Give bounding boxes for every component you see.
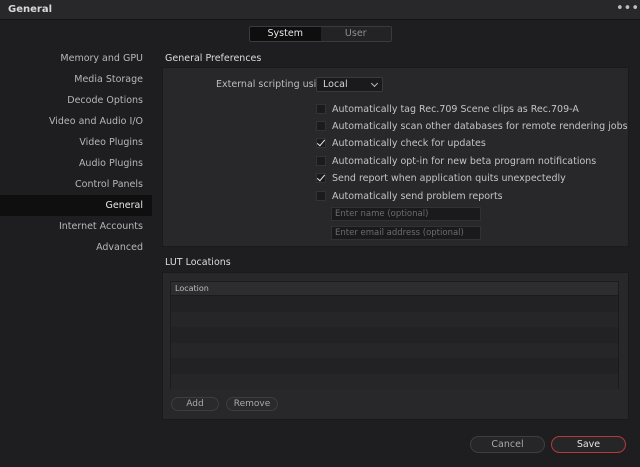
option-send-problem-reports[interactable]: Automatically send problem reports [316, 190, 503, 202]
name-input[interactable] [331, 207, 481, 221]
title-bar: General ••• [0, 0, 640, 20]
tab-system[interactable]: System [250, 27, 321, 41]
table-row [171, 296, 618, 312]
system-user-toggle: System User [249, 26, 392, 42]
checkbox[interactable] [316, 156, 326, 166]
sidebar-item-general[interactable]: General [0, 195, 152, 216]
sidebar: Memory and GPU Media Storage Decode Opti… [0, 48, 152, 258]
table-row [171, 373, 618, 389]
table-row [171, 342, 618, 358]
column-header-location[interactable]: Location [171, 282, 618, 296]
option-send-report[interactable]: Send report when application quits unexp… [316, 172, 566, 184]
chevron-down-icon [370, 79, 379, 88]
option-scan-databases[interactable]: Automatically scan other databases for r… [316, 120, 628, 132]
option-label: Automatically tag Rec.709 Scene clips as… [332, 103, 579, 115]
sidebar-item-media-storage[interactable]: Media Storage [0, 69, 152, 90]
email-input[interactable] [331, 226, 481, 240]
save-button[interactable]: Save [551, 436, 626, 453]
external-scripting-dropdown[interactable]: Local [316, 77, 383, 92]
lut-locations-title: LUT Locations [165, 257, 231, 268]
sidebar-item-video-and-audio-io[interactable]: Video and Audio I/O [0, 111, 152, 132]
option-label: Automatically check for updates [332, 137, 486, 149]
sidebar-item-memory-and-gpu[interactable]: Memory and GPU [0, 48, 152, 69]
add-button[interactable]: Add [171, 397, 219, 411]
cancel-button[interactable]: Cancel [470, 436, 545, 453]
option-label: Automatically send problem reports [332, 190, 503, 202]
option-label: Automatically scan other databases for r… [332, 120, 628, 132]
more-dots-icon[interactable]: ••• [616, 1, 639, 16]
checkbox[interactable] [316, 138, 326, 148]
remove-button[interactable]: Remove [226, 397, 278, 411]
sidebar-item-decode-options[interactable]: Decode Options [0, 90, 152, 111]
option-beta-notifications[interactable]: Automatically opt-in for new beta progra… [316, 155, 596, 167]
option-tag-rec709[interactable]: Automatically tag Rec.709 Scene clips as… [316, 103, 579, 115]
option-check-updates[interactable]: Automatically check for updates [316, 137, 486, 149]
table-row [171, 358, 618, 374]
table-row [171, 327, 618, 343]
sidebar-item-advanced[interactable]: Advanced [0, 237, 152, 258]
window-title: General [8, 4, 52, 15]
lut-locations-table[interactable]: Location [170, 281, 619, 389]
table-row [171, 311, 618, 327]
checkbox[interactable] [316, 173, 326, 183]
sidebar-item-video-plugins[interactable]: Video Plugins [0, 132, 152, 153]
tab-user[interactable]: User [320, 27, 391, 41]
external-scripting-value: Local [323, 79, 348, 90]
checkbox[interactable] [316, 104, 326, 114]
option-label: Send report when application quits unexp… [332, 172, 566, 184]
general-preferences-title: General Preferences [165, 53, 262, 64]
checkbox[interactable] [316, 191, 326, 201]
sidebar-item-audio-plugins[interactable]: Audio Plugins [0, 153, 152, 174]
sidebar-item-control-panels[interactable]: Control Panels [0, 174, 152, 195]
option-label: Automatically opt-in for new beta progra… [332, 155, 597, 167]
sidebar-item-internet-accounts[interactable]: Internet Accounts [0, 216, 152, 237]
external-scripting-label: External scripting using [216, 79, 329, 90]
checkbox[interactable] [316, 121, 326, 131]
